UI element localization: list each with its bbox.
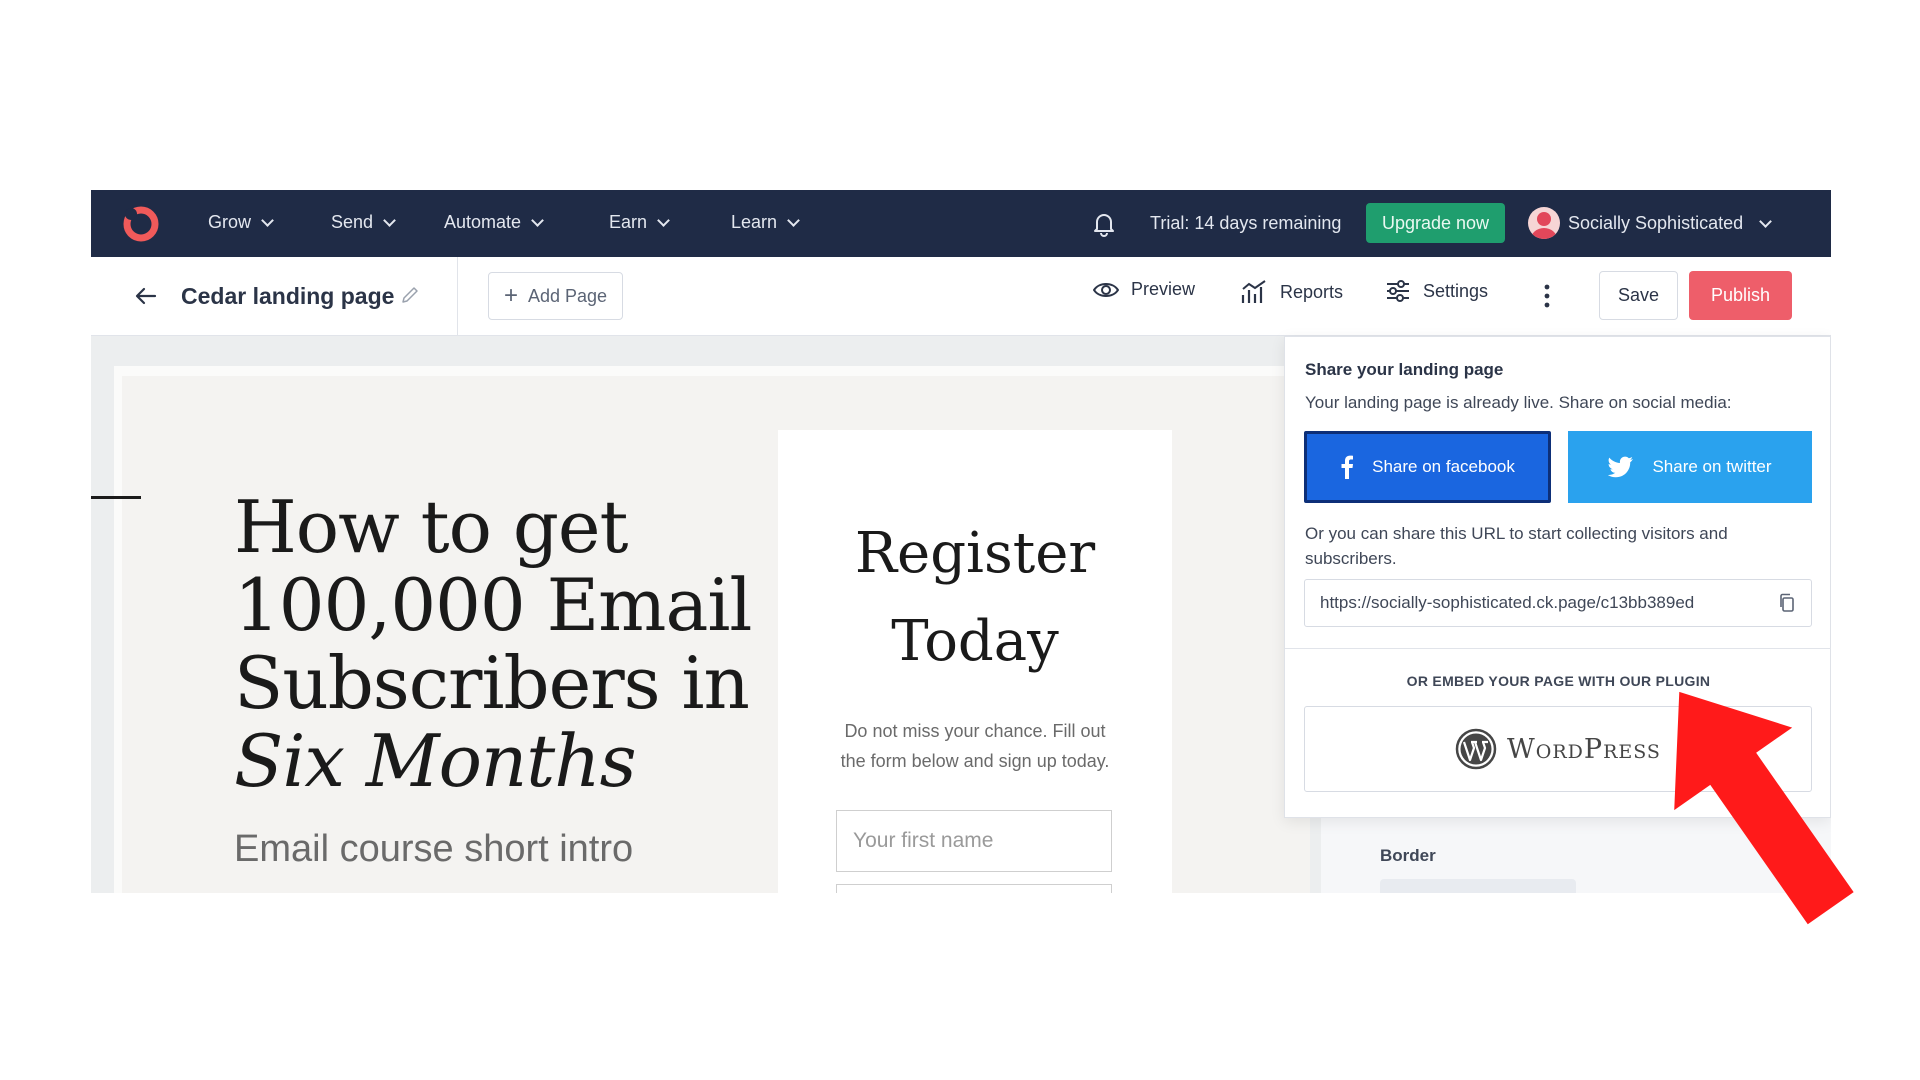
- share-title: Share your landing page: [1305, 360, 1504, 379]
- nav-grow-label: Grow: [208, 212, 252, 232]
- nav-earn[interactable]: Earn: [609, 212, 670, 233]
- reports-label: Reports: [1280, 281, 1344, 302]
- share-facebook-button[interactable]: Share on facebook: [1304, 431, 1551, 503]
- account-menu[interactable]: Socially Sophisticated: [1568, 213, 1772, 234]
- hero-title-line: 100,000 Email: [234, 563, 752, 647]
- bell-icon[interactable]: [1090, 210, 1118, 238]
- more-options-icon[interactable]: [1544, 283, 1550, 309]
- preview-label: Preview: [1131, 279, 1196, 299]
- nav-automate-label: Automate: [444, 212, 522, 232]
- upgrade-button[interactable]: Upgrade now: [1366, 203, 1505, 243]
- share-url-value: https://socially-sophisticated.ck.page/c…: [1320, 593, 1695, 612]
- chevron-down-icon: [1759, 214, 1772, 228]
- reports-button[interactable]: Reports: [1240, 279, 1343, 305]
- back-arrow-icon[interactable]: [133, 283, 159, 309]
- register-heading-line: Today: [891, 609, 1059, 674]
- email-field[interactable]: [836, 884, 1112, 893]
- share-twitter-button[interactable]: Share on twitter: [1568, 431, 1812, 503]
- share-url-field[interactable]: https://socially-sophisticated.ck.page/c…: [1304, 579, 1812, 627]
- border-control[interactable]: [1380, 879, 1576, 893]
- pencil-icon[interactable]: [400, 285, 420, 305]
- register-description: Do not miss your chance. Fill out the fo…: [840, 721, 1110, 771]
- hero-title-italic: Six Months: [234, 719, 637, 803]
- share-description: Your landing page is already live. Share…: [1305, 393, 1732, 412]
- preview-button[interactable]: Preview: [1093, 279, 1195, 300]
- publish-button[interactable]: Publish: [1689, 271, 1792, 320]
- register-heading-line: Register: [854, 521, 1096, 586]
- nav-send[interactable]: Send: [331, 212, 396, 233]
- nav-grow[interactable]: Grow: [208, 212, 274, 233]
- nav-learn-label: Learn: [731, 212, 778, 232]
- nav-automate[interactable]: Automate: [444, 212, 544, 233]
- annotation-arrow-icon: [1674, 691, 1854, 925]
- chevron-down-icon: [261, 213, 274, 227]
- wordpress-logo-icon: [1455, 728, 1497, 770]
- hero-intro[interactable]: Email course short intro: [234, 828, 633, 871]
- page-title[interactable]: Cedar landing page: [181, 283, 394, 310]
- copy-icon[interactable]: [1778, 593, 1796, 613]
- hero-title[interactable]: How to get 100,000 Email Subscribers in …: [234, 488, 754, 800]
- popover-divider: [1285, 648, 1831, 649]
- hero-title-line: How to get: [234, 485, 628, 569]
- nav-earn-label: Earn: [609, 212, 648, 232]
- reports-chart-icon: [1241, 280, 1266, 303]
- plus-icon: +: [503, 282, 518, 309]
- wordpress-label: WordPress: [1507, 733, 1661, 765]
- hero-section[interactable]: How to get 100,000 Email Subscribers in …: [122, 376, 1310, 893]
- save-button[interactable]: Save: [1599, 271, 1678, 320]
- decorative-dash: [91, 496, 141, 499]
- share-facebook-label: Share on facebook: [1372, 457, 1515, 476]
- add-page-label: Add Page: [527, 285, 608, 306]
- nav-learn[interactable]: Learn: [731, 212, 800, 233]
- chevron-down-icon: [383, 213, 396, 227]
- hero-title-line: Subscribers in: [234, 641, 750, 725]
- chevron-down-icon: [657, 213, 670, 227]
- sliders-icon: [1387, 280, 1409, 302]
- chevron-down-icon: [787, 213, 800, 227]
- user-avatar-icon: [1531, 212, 1557, 239]
- facebook-icon: [1341, 455, 1354, 479]
- first-name-field[interactable]: Your first name: [836, 810, 1112, 872]
- register-heading: Register Today: [778, 510, 1172, 686]
- share-twitter-label: Share on twitter: [1652, 457, 1772, 476]
- trial-status: Trial: 14 days remaining: [1150, 213, 1342, 233]
- register-form-card[interactable]: Register Today Do not miss your chance. …: [778, 430, 1172, 893]
- border-label: Border: [1380, 846, 1436, 865]
- landing-page-preview: How to get 100,000 Email Subscribers in …: [114, 366, 1310, 893]
- app-window: Grow Send Automate Earn Learn Trial: 14 …: [91, 190, 1831, 893]
- top-navigation: Grow Send Automate Earn Learn Trial: 14 …: [91, 190, 1831, 257]
- avatar[interactable]: [1528, 207, 1560, 239]
- convertkit-logo-icon[interactable]: [121, 204, 161, 244]
- share-url-note: Or you can share this URL to start colle…: [1305, 524, 1728, 568]
- eye-icon: [1093, 282, 1119, 297]
- account-name: Socially Sophisticated: [1568, 213, 1744, 233]
- twitter-icon: [1608, 456, 1634, 478]
- settings-button[interactable]: Settings: [1385, 279, 1488, 303]
- add-page-button[interactable]: + Add Page: [488, 272, 623, 320]
- toolbar-divider: [457, 257, 458, 336]
- editor-toolbar: Cedar landing page + Add Page Preview Re…: [91, 257, 1831, 336]
- chevron-down-icon: [531, 213, 544, 227]
- nav-send-label: Send: [331, 212, 374, 232]
- settings-label: Settings: [1423, 280, 1489, 301]
